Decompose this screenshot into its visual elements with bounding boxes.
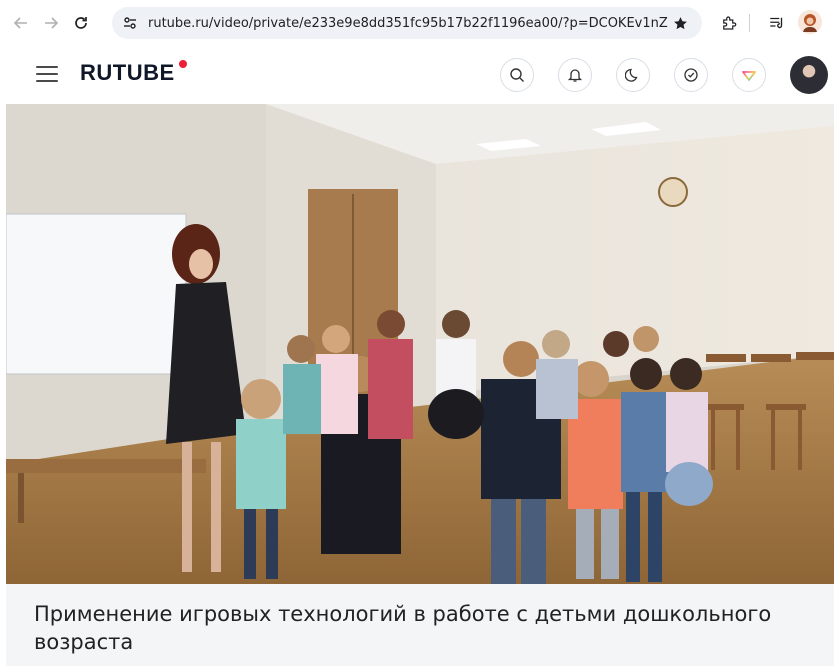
back-button[interactable]: [8, 10, 34, 36]
site-header: RUTUBE: [0, 46, 835, 104]
shield-check-icon: [684, 68, 698, 82]
rutube-logo[interactable]: RUTUBE: [80, 60, 175, 86]
profile-icon: [798, 10, 822, 34]
star-icon: [673, 16, 687, 29]
notifications-button[interactable]: [558, 58, 592, 92]
video-title-bar: Применение игровых технологий в работе с…: [6, 584, 834, 666]
arrow-left-icon: [13, 17, 27, 29]
video-player[interactable]: [6, 104, 834, 584]
toolbar-divider: [749, 14, 750, 32]
logo-dot: [179, 60, 187, 68]
bell-icon: [567, 69, 583, 82]
tune-icon: [124, 17, 136, 29]
forward-button[interactable]: [38, 10, 64, 36]
arrow-right-icon: [45, 17, 59, 29]
video-frame-image: [6, 104, 834, 584]
browser-profile-avatar[interactable]: [798, 10, 822, 34]
theme-toggle-button[interactable]: [616, 58, 650, 92]
protection-button[interactable]: [674, 58, 708, 92]
user-avatar[interactable]: [790, 56, 828, 94]
reload-button[interactable]: [68, 10, 94, 36]
url-text[interactable]: rutube.ru/video/private/e233e9e8dd351fc9…: [148, 16, 668, 31]
reload-icon: [75, 17, 87, 29]
moon-icon: [625, 68, 638, 82]
address-bar[interactable]: rutube.ru/video/private/e233e9e8dd351fc9…: [112, 7, 702, 39]
search-icon: [510, 68, 524, 82]
search-button[interactable]: [500, 58, 534, 92]
puzzle-icon: [723, 16, 737, 30]
site-info-button[interactable]: [116, 9, 144, 37]
queue-music-icon: [770, 17, 783, 29]
extensions-button[interactable]: [716, 10, 742, 36]
menu-icon[interactable]: [36, 66, 58, 82]
video-title: Применение игровых технологий в работе с…: [34, 602, 772, 654]
browser-toolbar: rutube.ru/video/private/e233e9e8dd351fc9…: [0, 0, 835, 46]
media-control-button[interactable]: [764, 10, 790, 36]
bookmark-button[interactable]: [668, 11, 692, 35]
diamond-icon: [742, 71, 756, 81]
premium-button[interactable]: [732, 58, 766, 92]
